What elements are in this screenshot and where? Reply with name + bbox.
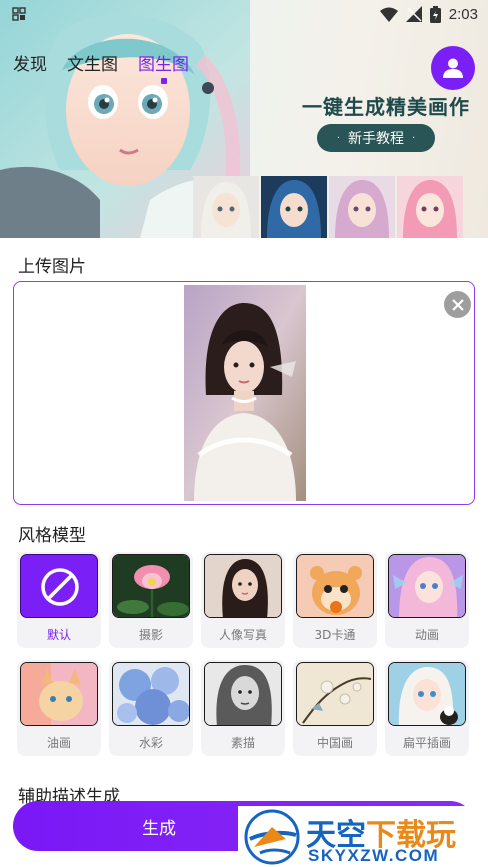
tab-text-to-image[interactable]: 文生图 xyxy=(67,50,118,75)
dot-icon: · xyxy=(412,132,416,144)
upload-section-title: 上传图片 xyxy=(18,257,86,277)
top-tabs: 发现 文生图 图生图 xyxy=(13,50,189,84)
user-icon xyxy=(443,58,463,78)
banner-thumbnail xyxy=(397,176,463,238)
remove-image-button[interactable] xyxy=(444,291,471,318)
profile-button[interactable] xyxy=(431,46,475,90)
banner[interactable]: 一键生成精美画作 · 新手教程 · xyxy=(0,0,488,238)
style-item-flat-illustration[interactable]: 扁平插画 xyxy=(385,660,469,756)
style-item-3d-cartoon[interactable]: 3D卡通 xyxy=(293,552,377,648)
style-item-oil-painting[interactable]: 油画 xyxy=(17,660,101,756)
style-label: 扁平插画 xyxy=(402,736,451,750)
style-thumb xyxy=(296,554,374,618)
style-label: 摄影 xyxy=(138,628,163,642)
style-thumb xyxy=(112,662,190,726)
site-watermark: 天空下载玩 SKYXZW.COM xyxy=(238,806,488,867)
style-label: 动画 xyxy=(414,628,439,642)
battery-icon xyxy=(429,5,441,23)
style-label: 中国画 xyxy=(316,736,353,750)
style-label: 默认 xyxy=(46,628,71,642)
style-item-anime[interactable]: 动画 xyxy=(385,552,469,648)
style-item-photography[interactable]: 摄影 xyxy=(109,552,193,648)
generate-label: 生成 xyxy=(142,818,176,839)
style-thumb xyxy=(204,554,282,618)
banner-headline: 一键生成精美画作 xyxy=(302,95,470,119)
dot-icon: · xyxy=(336,132,340,144)
style-label: 油画 xyxy=(46,736,71,750)
uploaded-image xyxy=(184,285,306,501)
banner-thumbnail xyxy=(261,176,327,238)
status-time: 2:03 xyxy=(448,5,478,23)
banner-thumbnail xyxy=(329,176,395,238)
style-label: 素描 xyxy=(230,736,255,750)
style-item-sketch[interactable]: 素描 xyxy=(201,660,285,756)
upload-area[interactable] xyxy=(13,281,475,505)
close-icon xyxy=(451,298,464,311)
style-thumb xyxy=(112,554,190,618)
style-thumb xyxy=(388,662,466,726)
style-thumb xyxy=(20,662,98,726)
style-item-chinese-painting[interactable]: 中国画 xyxy=(293,660,377,756)
style-item-default[interactable]: 默认 xyxy=(17,552,101,648)
style-thumb xyxy=(388,554,466,618)
style-item-watercolor[interactable]: 水彩 xyxy=(109,660,193,756)
app-screen: 一键生成精美画作 · 新手教程 · 2:03 发现 文生图 图生图 上传图片 风… xyxy=(0,0,488,867)
notification-icon xyxy=(12,7,26,21)
style-item-portrait[interactable]: 人像写真 xyxy=(201,552,285,648)
watermark-subtitle: SKYXZW.COM xyxy=(308,846,440,865)
watermark-logo-icon xyxy=(244,809,300,865)
style-label: 人像写真 xyxy=(218,628,267,642)
banner-thumbnail xyxy=(193,176,259,238)
tutorial-button[interactable]: · 新手教程 · xyxy=(317,124,435,152)
wifi-icon xyxy=(379,7,398,22)
signal-icon xyxy=(405,6,422,22)
style-label: 水彩 xyxy=(138,736,163,750)
ban-icon xyxy=(41,568,79,606)
tab-discover[interactable]: 发现 xyxy=(13,50,47,75)
style-thumb xyxy=(204,662,282,726)
style-thumb xyxy=(20,554,98,618)
style-thumb xyxy=(296,662,374,726)
tutorial-label: 新手教程 xyxy=(348,131,404,147)
status-bar: 2:03 xyxy=(0,0,488,28)
tab-image-to-image[interactable]: 图生图 xyxy=(138,50,189,84)
banner-thumbnails xyxy=(193,176,463,238)
style-label: 3D卡通 xyxy=(314,628,356,642)
style-section-title: 风格模型 xyxy=(18,526,86,546)
